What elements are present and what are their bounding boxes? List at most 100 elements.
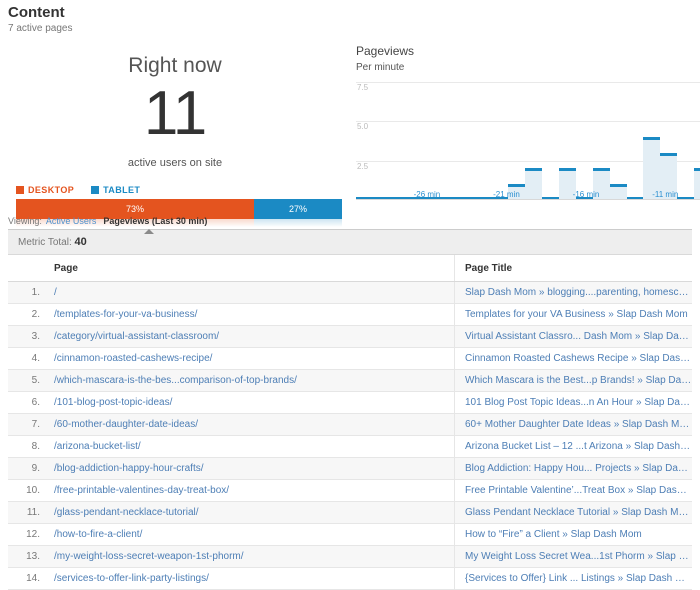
page-header: Content 7 active pages [0,0,700,36]
realtime-panels: Right now 11 active users on site DESKTO… [0,36,700,227]
page-title-link[interactable]: Free Printable Valentine’...Treat Box » … [465,485,692,496]
chart-bar[interactable] [694,168,700,200]
table-row: 4. /cinnamon-roasted-cashews-recipe/Cinna… [8,347,692,370]
legend-label-tablet: TABLET [103,185,141,195]
cell-page: /arizona-bucket-list/ [48,435,455,458]
table-row: 14. /services-to-offer-link-party-listing… [8,567,692,590]
row-index: 13. [8,545,48,568]
page-title-link[interactable]: Blog Addiction: Happy Hou... Projects » … [465,463,692,474]
col-page-header[interactable]: Page [48,255,455,282]
chart-plot-area [356,66,700,200]
pageviews-title: Pageviews [356,44,415,58]
active-users-value: 11 [143,79,207,148]
cell-page: /free-printable-valentines-day-treat-box… [48,479,455,502]
cell-page: /which-mascara-is-the-bes...comparison-o… [48,369,455,392]
legend-item-desktop[interactable]: DESKTOP [16,185,74,195]
cell-page: /60-mother-daughter-date-ideas/ [48,413,455,436]
y-tick-label: 5.0 [357,122,369,132]
page-title-link[interactable]: Glass Pendant Necklace Tutorial » Slap D… [465,507,692,518]
device-legend: DESKTOP TABLET [16,185,350,195]
pageviews-chart: Per minute 2.5 5.0 7.5 -26 min -21 min -16 m… [350,62,700,214]
active-users-caption: active users on site [127,157,223,169]
viewing-caret-icon [144,229,154,234]
cell-page: /blog-addiction-happy-hour-crafts/ [48,457,455,480]
row-index: 4. [8,347,48,370]
page-title-link[interactable]: 60+ Mother Daughter Date Ideas » Slap Da… [465,419,692,430]
page-path-link[interactable]: /101-blog-post-topic-ideas/ [54,397,172,408]
cell-page-title: Slap Dash Mom » blogging....parenting, h… [454,281,692,304]
table-row: 7. /60-mother-daughter-date-ideas/60+ Mot… [8,413,692,436]
pages-table: Page Page Title 1. / Slap Dash Mom » blogg… [8,255,692,590]
chart-bar[interactable] [609,184,627,200]
table-row: 1. / Slap Dash Mom » blogging....parenting… [8,281,692,304]
x-tick-label: -11 min [652,190,679,199]
page-path-link[interactable]: /my-weight-loss-secret-weapon-1st-phorm/ [54,551,244,562]
page-path-link[interactable]: /60-mother-daughter-date-ideas/ [54,419,198,430]
page-path-link[interactable]: /glass-pendant-necklace-tutorial/ [54,507,199,518]
cell-page-title: Templates for your VA Business » Slap Da… [454,303,692,326]
table-row: 5. /which-mascara-is-the-bes...comparison… [8,369,692,392]
viewing-label: Viewing: [8,216,42,226]
cell-page: /services-to-offer-link-party-listings/ [48,567,455,590]
table-row: 2. /templates-for-your-va-business/Templa… [8,303,692,326]
cell-page: /glass-pendant-necklace-tutorial/ [48,501,455,524]
cell-page: /101-blog-post-topic-ideas/ [48,391,455,414]
legend-item-tablet[interactable]: TABLET [91,185,140,195]
page-title-link[interactable]: {Services to Offer} Link ... Listings » … [465,573,692,584]
cell-page-title: Which Mascara is the Best...p Brands! » … [454,369,692,392]
metric-total: Metric Total: 40 [8,230,692,255]
page-path-link[interactable]: /category/virtual-assistant-classroom/ [54,331,219,342]
row-index: 6. [8,391,48,414]
page-title-link[interactable]: My Weight Loss Secret Wea...1st Phorm » … [465,551,692,562]
cell-page: /cinnamon-roasted-cashews-recipe/ [48,347,455,370]
viewing-option-pageviews[interactable]: Pageviews (Last 30 min) [103,216,207,226]
x-tick-label: -26 min [413,190,441,199]
cell-page-title: Blog Addiction: Happy Hou... Projects » … [454,457,692,480]
row-index: 14. [8,567,48,590]
cell-page-title: Virtual Assistant Classro... Dash Mom » … [454,325,692,348]
cell-page-title: 60+ Mother Daughter Date Ideas » Slap Da… [454,413,692,436]
page-title-link[interactable]: How to “Fire” a Client » Slap Dash Mom [465,529,642,540]
legend-swatch-tablet-icon [91,186,100,194]
page-path-link[interactable]: /blog-addiction-happy-hour-crafts/ [54,463,204,474]
active-pages-count: 7 active pages [8,23,73,34]
page-path-link[interactable]: /cinnamon-roasted-cashews-recipe/ [54,353,212,364]
right-now-label: Right now [128,54,222,77]
page-title-link[interactable]: Cinnamon Roasted Cashews Recipe » Slap D… [465,353,692,364]
page-title-link[interactable]: Which Mascara is the Best...p Brands! » … [465,375,692,386]
cell-page-title: Free Printable Valentine’...Treat Box » … [454,479,692,502]
page-title-link[interactable]: Templates for your VA Business » Slap Da… [465,309,688,320]
cell-page: /category/virtual-assistant-classroom/ [48,325,455,348]
row-index: 10. [8,479,48,502]
page-path-link[interactable]: /how-to-fire-a-client/ [54,529,142,540]
page-title-link[interactable]: Arizona Bucket List – 12 ...t Arizona » … [465,441,692,452]
page-path-link[interactable]: /templates-for-your-va-business/ [54,309,197,320]
cell-page: /templates-for-your-va-business/ [48,303,455,326]
page-path-link[interactable]: / [54,287,57,298]
x-tick-label: -21 min [493,190,520,199]
cell-page-title: {Services to Offer} Link ... Listings » … [454,567,692,590]
legend-swatch-desktop-icon [16,186,24,194]
page-title-link[interactable]: 101 Blog Post Topic Ideas...n An Hour » … [465,397,692,408]
pageviews-panel: Pageviews Per minute 2.5 5.0 7.5 -26 min -2… [350,36,700,216]
pageviews-axis-caption: Per minute [356,62,409,73]
page-title-link[interactable]: Virtual Assistant Classro... Dash Mom » … [465,331,692,342]
metric-total-value: 40 [74,236,87,248]
cell-page-title: My Weight Loss Secret Wea...1st Phorm » … [454,545,692,568]
pages-table-body: 1. / Slap Dash Mom » blogging....parenting… [8,281,692,590]
table-row: 11. /glass-pendant-necklace-tutorial/Glas… [8,501,692,524]
table-row: 9. /blog-addiction-happy-hour-crafts/Blog… [8,457,692,480]
page-path-link[interactable]: /free-printable-valentines-day-treat-box… [54,485,229,496]
cell-page: /my-weight-loss-secret-weapon-1st-phorm/ [48,545,455,568]
col-page-title-header[interactable]: Page Title [454,255,692,282]
page-title-link[interactable]: Slap Dash Mom » blogging....parenting, h… [465,287,692,298]
viewing-option-active-users[interactable]: Active Users [46,216,97,226]
page-path-link[interactable]: /which-mascara-is-the-bes...comparison-o… [54,375,297,386]
page-path-link[interactable]: /arizona-bucket-list/ [54,441,141,452]
chart-bar[interactable] [525,168,542,200]
row-index: 9. [8,457,48,480]
page-title: Content [8,4,65,21]
page-path-link[interactable]: /services-to-offer-link-party-listings/ [54,573,209,584]
x-tick-label: -16 min [572,190,600,199]
metric-total-label: Metric Total: [18,237,72,248]
